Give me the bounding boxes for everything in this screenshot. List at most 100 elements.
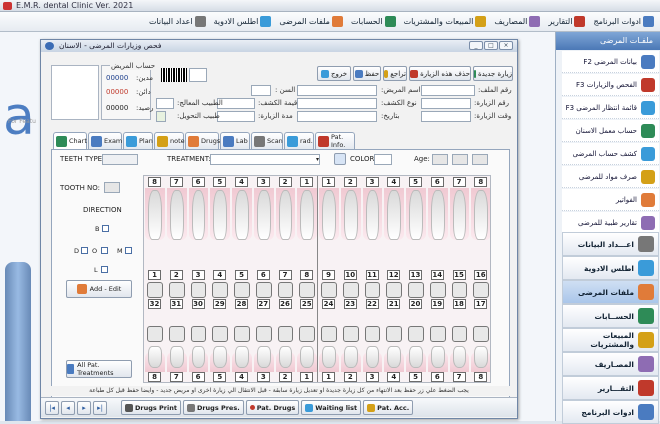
lower-occlusal[interactable]	[364, 326, 381, 342]
tooth-id-upper[interactable]: 5	[235, 270, 248, 280]
upper-occlusal[interactable]	[277, 282, 294, 298]
direction-l-checkbox[interactable]	[101, 266, 108, 273]
exit-button[interactable]: خروج	[317, 66, 351, 81]
lower-tooth[interactable]	[322, 346, 336, 368]
tooth-id-lower[interactable]: 31	[169, 299, 183, 309]
color-field[interactable]	[374, 154, 392, 165]
upper-quadrant-number[interactable]: 6	[191, 177, 205, 187]
lower-occlusal[interactable]	[277, 326, 294, 342]
lower-occlusal[interactable]	[255, 326, 272, 342]
upper-occlusal[interactable]	[234, 282, 250, 298]
upper-tooth[interactable]	[148, 190, 162, 240]
upper-tooth[interactable]	[169, 190, 184, 240]
tooth-id-lower[interactable]: 32	[148, 299, 161, 309]
sidebar-item-6[interactable]: الفواتير	[562, 189, 659, 211]
lower-occlusal[interactable]	[321, 326, 337, 342]
lower-occlusal[interactable]	[212, 326, 228, 342]
tooth-id-lower[interactable]: 24	[322, 299, 335, 309]
tab-lab[interactable]: Lab	[220, 132, 250, 149]
lower-occlusal[interactable]	[168, 326, 185, 342]
sidebar-section-0[interactable]: اعـــداد البيانات	[562, 232, 659, 256]
lower-quadrant-number[interactable]: 6	[191, 372, 205, 382]
upper-occlusal[interactable]	[473, 282, 489, 298]
tooth-id-upper[interactable]: 13	[409, 270, 422, 280]
referring-doctor-field[interactable]	[156, 111, 166, 122]
upper-tooth[interactable]	[409, 190, 423, 240]
tab-scan[interactable]: Scan	[251, 132, 283, 149]
direction-b-checkbox[interactable]	[102, 225, 109, 232]
visit-time-field[interactable]	[421, 111, 471, 122]
upper-quadrant-number[interactable]: 7	[169, 177, 183, 187]
tooth-id-lower[interactable]: 19	[430, 299, 444, 309]
lower-tooth[interactable]	[213, 346, 227, 368]
upper-occlusal[interactable]	[212, 282, 228, 298]
upper-occlusal[interactable]	[342, 282, 359, 298]
sidebar-item-3[interactable]: حساب معمل الاسنان	[562, 120, 659, 142]
upper-quadrant-number[interactable]: 7	[452, 177, 466, 187]
undo-button[interactable]: تراجع	[383, 66, 407, 81]
lower-quadrant-number[interactable]: 4	[235, 372, 248, 382]
menu-item-1[interactable]: التقارير	[544, 13, 589, 31]
lower-tooth[interactable]	[343, 346, 358, 368]
sidebar-section-3[interactable]: الحســابات	[562, 304, 659, 328]
lower-quadrant-number[interactable]: 7	[452, 372, 466, 382]
lower-quadrant-number[interactable]: 2	[278, 372, 292, 382]
upper-quadrant-number[interactable]: 3	[256, 177, 270, 187]
pat-acc-button[interactable]: Pat. Acc.	[363, 400, 414, 415]
lower-occlusal[interactable]	[234, 326, 250, 342]
sidebar-section-5[interactable]: المصـاريف	[562, 352, 659, 376]
sidebar-section-4[interactable]: المبيعات والمشتريات	[562, 328, 659, 352]
lower-quadrant-number[interactable]: 3	[256, 372, 270, 382]
upper-quadrant-number[interactable]: 4	[387, 177, 401, 187]
lower-occlusal[interactable]	[299, 326, 315, 342]
tooth-id-upper[interactable]: 8	[300, 270, 314, 280]
exam-type-select[interactable]	[297, 98, 377, 109]
lower-quadrant-number[interactable]: 1	[300, 372, 314, 382]
lower-tooth[interactable]	[169, 346, 184, 368]
teeth-type-select[interactable]	[102, 154, 138, 165]
tooth-id-lower[interactable]: 28	[235, 299, 248, 309]
lower-quadrant-number[interactable]: 5	[409, 372, 422, 382]
upper-tooth[interactable]	[474, 190, 488, 240]
lower-tooth[interactable]	[148, 346, 162, 368]
sidebar-item-0[interactable]: بيانات المرضى F2	[562, 51, 659, 73]
new-visit-button[interactable]: زيارة جديدة	[473, 66, 513, 81]
drugs-pres-button[interactable]: Drugs Pres.	[182, 400, 244, 415]
menu-item-2[interactable]: المصاريف	[490, 13, 544, 31]
lower-tooth[interactable]	[235, 346, 249, 368]
lower-tooth[interactable]	[365, 346, 380, 368]
upper-quadrant-number[interactable]: 4	[235, 177, 248, 187]
all-treatments-button[interactable]: All Pat. Treatments	[66, 360, 132, 378]
lower-tooth[interactable]	[409, 346, 423, 368]
tab-pat-info[interactable]: Pat. Info.	[315, 132, 355, 149]
lower-occlusal[interactable]	[190, 326, 207, 342]
upper-occlusal[interactable]	[168, 282, 185, 298]
lower-occlusal[interactable]	[147, 326, 163, 342]
lower-quadrant-number[interactable]: 6	[430, 372, 444, 382]
date-field[interactable]	[297, 111, 377, 122]
tooth-id-lower[interactable]: 23	[343, 299, 357, 309]
upper-quadrant-number[interactable]: 2	[343, 177, 357, 187]
visit-duration-field[interactable]	[217, 111, 255, 122]
upper-occlusal[interactable]	[299, 282, 315, 298]
lower-tooth[interactable]	[278, 346, 293, 368]
lower-occlusal[interactable]	[429, 326, 446, 342]
tooth-id-upper[interactable]: 6	[256, 270, 270, 280]
lower-quadrant-number[interactable]: 4	[387, 372, 401, 382]
last-record-button[interactable]: ▸|	[93, 400, 107, 415]
lower-occlusal[interactable]	[451, 326, 468, 342]
lower-occlusal[interactable]	[473, 326, 489, 342]
tooth-id-lower[interactable]: 27	[256, 299, 270, 309]
delete-visit-button[interactable]: حذف هذه الزيارة	[409, 66, 471, 81]
first-record-button[interactable]: |◂	[45, 400, 59, 415]
upper-tooth[interactable]	[213, 190, 227, 240]
lower-quadrant-number[interactable]: 8	[474, 372, 488, 382]
color-picker-icon[interactable]	[334, 153, 346, 165]
visit-no-field[interactable]	[421, 98, 471, 109]
upper-quadrant-number[interactable]: 1	[322, 177, 335, 187]
file-no-field[interactable]	[421, 85, 475, 96]
menu-item-3[interactable]: المبيعات والمشتريات	[400, 13, 491, 31]
lower-tooth[interactable]	[430, 346, 445, 368]
tooth-id-upper[interactable]: 12	[387, 270, 401, 280]
next-record-button[interactable]: ▸	[77, 400, 91, 415]
